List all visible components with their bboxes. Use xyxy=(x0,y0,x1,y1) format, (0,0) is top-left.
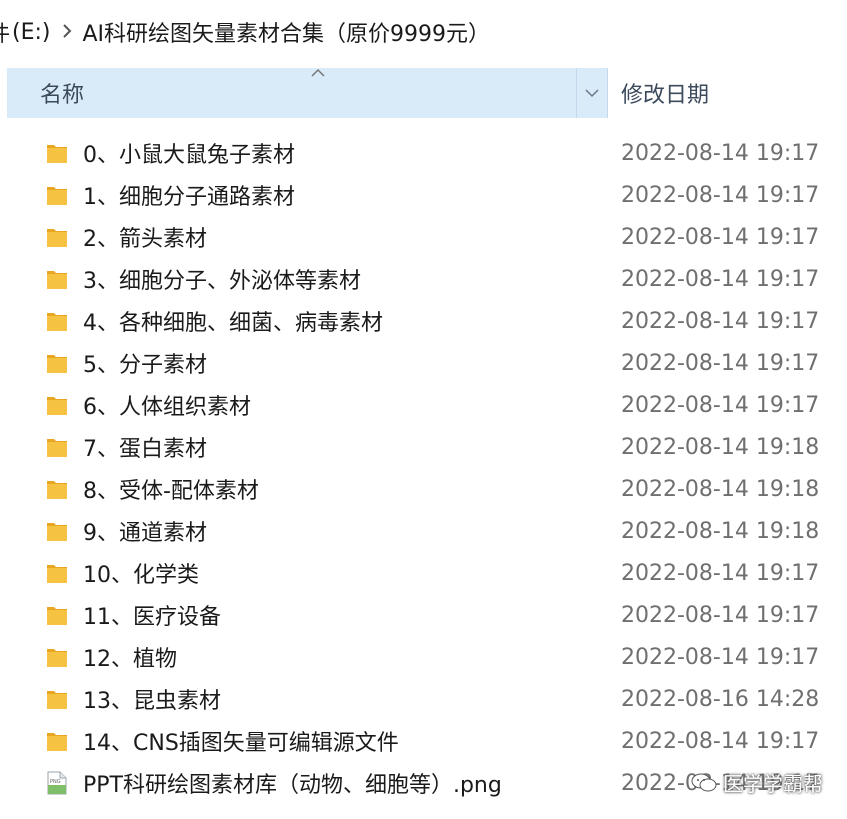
breadcrumb-partial-item[interactable]: 件 xyxy=(0,16,10,48)
file-row[interactable]: 0、小鼠大鼠兔子素材 2022-08-14 19:17 xyxy=(0,132,847,174)
file-date: 2022-08-14 19:18 xyxy=(621,476,820,502)
file-row[interactable]: 7、蛋白素材 2022-08-14 19:18 xyxy=(0,426,847,468)
svg-text:PNG: PNG xyxy=(50,779,61,785)
file-name: PPT科研绘图素材库（动物、细胞等）.png xyxy=(83,773,502,798)
date-column-label: 修改日期 xyxy=(621,83,710,108)
file-date: 2022-08-14 19:18 xyxy=(621,518,820,544)
sort-up-icon xyxy=(311,66,325,82)
file-row[interactable]: 14、CNS插图矢量可编辑源文件 2022-08-14 19:17 xyxy=(0,720,847,762)
folder-icon xyxy=(46,309,68,333)
folder-icon xyxy=(46,477,68,501)
file-row[interactable]: 13、昆虫素材 2022-08-16 14:28 xyxy=(0,678,847,720)
folder-icon xyxy=(46,435,68,459)
file-date: 2022-08-14 19:17 xyxy=(621,308,820,334)
folder-icon xyxy=(46,225,68,249)
folder-icon xyxy=(46,351,68,375)
breadcrumb: 件 (E:) AI科研绘图矢量素材合集（原价9999元） xyxy=(0,0,847,64)
file-name: 10、化学类 xyxy=(83,563,199,588)
folder-icon xyxy=(46,645,68,669)
file-name: 8、受体-配体素材 xyxy=(83,479,259,504)
folder-icon xyxy=(46,141,68,165)
file-name: 12、植物 xyxy=(83,647,177,672)
file-name: 1、细胞分子通路素材 xyxy=(83,185,295,210)
file-row[interactable]: 3、细胞分子、外泌体等素材 2022-08-14 19:17 xyxy=(0,258,847,300)
file-date: 2022-08-14 19:17 xyxy=(621,182,820,208)
file-name: 13、昆虫素材 xyxy=(83,689,221,714)
file-date: 2022-08-14 19:17 xyxy=(621,560,820,586)
folder-icon xyxy=(46,267,68,291)
file-row[interactable]: 4、各种细胞、细菌、病毒素材 2022-08-14 19:17 xyxy=(0,300,847,342)
file-name: 14、CNS插图矢量可编辑源文件 xyxy=(83,731,399,756)
chevron-down-icon[interactable] xyxy=(576,68,607,118)
file-date: 2022-08-14 19:17 xyxy=(621,224,820,250)
file-date: 2022-08-14 19:17 xyxy=(621,602,820,628)
breadcrumb-drive[interactable]: (E:) xyxy=(12,20,50,45)
folder-icon xyxy=(46,603,68,627)
watermark-text: 医学学霸帮 xyxy=(723,772,823,796)
file-date: 2022-08-14 19:17 xyxy=(621,728,820,754)
file-name: 7、蛋白素材 xyxy=(83,437,207,462)
file-row[interactable]: 2、箭头素材 2022-08-14 19:17 xyxy=(0,216,847,258)
name-column-label: 名称 xyxy=(40,83,85,108)
wechat-icon xyxy=(691,772,717,794)
folder-icon xyxy=(46,519,68,543)
file-row[interactable]: 11、医疗设备 2022-08-14 19:17 xyxy=(0,594,847,636)
file-row[interactable]: 12、植物 2022-08-14 19:17 xyxy=(0,636,847,678)
file-date: 2022-08-14 19:17 xyxy=(621,392,820,418)
file-name: 11、医疗设备 xyxy=(83,605,221,630)
chevron-right-icon[interactable] xyxy=(61,20,73,44)
png-file-icon: PNG xyxy=(46,771,68,795)
file-name: 3、细胞分子、外泌体等素材 xyxy=(83,269,361,294)
file-date: 2022-08-14 19:17 xyxy=(621,140,820,166)
folder-icon xyxy=(46,729,68,753)
folder-icon xyxy=(46,183,68,207)
file-name: 4、各种细胞、细菌、病毒素材 xyxy=(83,311,383,336)
file-date: 2022-08-14 19:17 xyxy=(621,644,820,670)
file-row[interactable]: 8、受体-配体素材 2022-08-14 19:18 xyxy=(0,468,847,510)
folder-icon xyxy=(46,561,68,585)
file-name: 9、通道素材 xyxy=(83,521,207,546)
folder-icon xyxy=(46,393,68,417)
file-row[interactable]: 9、通道素材 2022-08-14 19:18 xyxy=(0,510,847,552)
date-column-header[interactable]: 修改日期 xyxy=(608,68,709,118)
file-row[interactable]: 6、人体组织素材 2022-08-14 19:17 xyxy=(0,384,847,426)
file-date: 2022-08-14 19:17 xyxy=(621,350,820,376)
folder-icon xyxy=(46,687,68,711)
file-row[interactable]: 10、化学类 2022-08-14 19:17 xyxy=(0,552,847,594)
file-name: 5、分子素材 xyxy=(83,353,207,378)
file-name: 0、小鼠大鼠兔子素材 xyxy=(83,143,295,168)
breadcrumb-current-folder[interactable]: AI科研绘图矢量素材合集（原价9999元） xyxy=(83,16,491,48)
file-row[interactable]: 1、细胞分子通路素材 2022-08-14 19:17 xyxy=(0,174,847,216)
file-row[interactable]: 5、分子素材 2022-08-14 19:17 xyxy=(0,342,847,384)
file-list: 0、小鼠大鼠兔子素材 2022-08-14 19:17 1、细胞分子通路素材 2… xyxy=(0,132,847,804)
file-date: 2022-08-14 19:17 xyxy=(621,266,820,292)
file-name: 6、人体组织素材 xyxy=(83,395,251,420)
watermark: 医学学霸帮 xyxy=(691,768,823,797)
file-name: 2、箭头素材 xyxy=(83,227,207,252)
file-date: 2022-08-16 14:28 xyxy=(621,686,820,712)
file-date: 2022-08-14 19:18 xyxy=(621,434,820,460)
column-header-bar: 名称 修改日期 xyxy=(7,68,847,118)
name-column-header[interactable]: 名称 xyxy=(7,68,608,118)
